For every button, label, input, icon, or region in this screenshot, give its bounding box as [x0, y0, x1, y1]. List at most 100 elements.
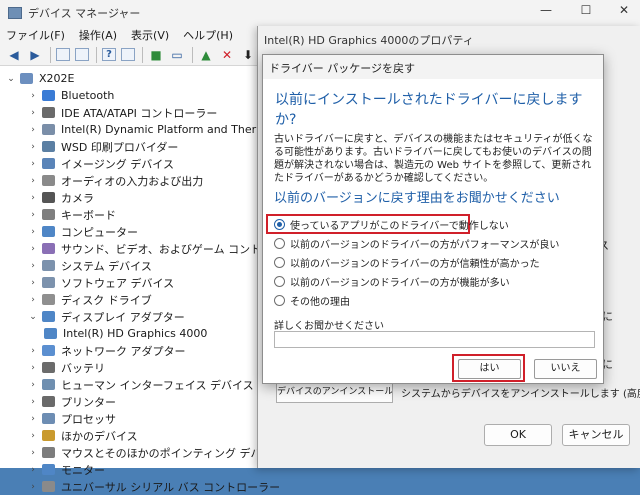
- chevron-right-icon[interactable]: ›: [28, 159, 38, 169]
- chevron-right-icon[interactable]: ›: [28, 380, 38, 390]
- back-icon[interactable]: ◀: [6, 47, 22, 63]
- chevron-right-icon[interactable]: ›: [28, 125, 38, 135]
- uninstall-icon[interactable]: ✕: [219, 47, 235, 63]
- tree-category[interactable]: › コンピューター: [28, 223, 138, 240]
- tree-category[interactable]: › キーボード: [28, 206, 116, 223]
- device-category-icon: [42, 175, 55, 186]
- rollback-title: ドライバー パッケージを戻す: [269, 62, 416, 75]
- tree-category[interactable]: › モニター: [28, 461, 105, 478]
- tree-category[interactable]: › バッテリ: [28, 359, 105, 376]
- no-button[interactable]: いいえ: [534, 359, 597, 379]
- chevron-right-icon[interactable]: ›: [28, 261, 38, 271]
- chevron-right-icon[interactable]: ›: [28, 210, 38, 220]
- chevron-right-icon[interactable]: ›: [28, 91, 38, 101]
- tree-category[interactable]: › プリンター: [28, 393, 116, 410]
- menu-action[interactable]: 操作(A): [79, 27, 117, 43]
- tree-category[interactable]: ⌄ ディスプレイ アダプター: [28, 308, 185, 325]
- uninstall-note: システムからデバイスをアンインストールします (高度)。: [401, 389, 640, 400]
- chevron-right-icon[interactable]: ›: [28, 465, 38, 475]
- chevron-right-icon[interactable]: ›: [28, 193, 38, 203]
- reason-option-other[interactable]: その他の理由: [274, 292, 350, 308]
- tree-category[interactable]: › カメラ: [28, 189, 94, 206]
- reason-option-more-features[interactable]: 以前のバージョンのドライバーの方が機能が多い: [274, 273, 510, 289]
- reason-option-better-performance[interactable]: 以前のバージョンのドライバーの方がパフォーマンスが良い: [274, 235, 559, 251]
- menu-view[interactable]: 表示(V): [131, 27, 169, 43]
- tree-root[interactable]: ⌄ X202E: [6, 70, 74, 87]
- tree-category[interactable]: › イメージング デバイス: [28, 155, 174, 172]
- chevron-right-icon[interactable]: ›: [28, 227, 38, 237]
- minimize-button[interactable]: —: [536, 3, 556, 21]
- chevron-right-icon[interactable]: ›: [28, 142, 38, 152]
- tree-category[interactable]: › プロセッサ: [28, 410, 116, 427]
- update-driver-icon[interactable]: ▲: [198, 47, 214, 63]
- tree-category[interactable]: › ソフトウェア デバイス: [28, 274, 174, 291]
- chevron-right-icon[interactable]: ›: [28, 448, 38, 458]
- tree-category[interactable]: › WSD 印刷プロバイダー: [28, 138, 178, 155]
- radio-button[interactable]: [274, 294, 285, 306]
- device-category-icon: [42, 209, 55, 220]
- chevron-right-icon[interactable]: ›: [28, 108, 38, 118]
- help-icon[interactable]: ?: [102, 48, 116, 61]
- device-category-icon: [42, 158, 55, 169]
- chevron-right-icon[interactable]: ›: [28, 363, 38, 373]
- toolbar-divider: [192, 46, 193, 63]
- tree-child-item[interactable]: Intel(R) HD Graphics 4000: [44, 325, 207, 342]
- toolbar-divider: [96, 46, 97, 63]
- menu-file[interactable]: ファイル(F): [6, 27, 65, 43]
- detail-input[interactable]: [274, 331, 595, 348]
- menu-help[interactable]: ヘルプ(H): [183, 27, 233, 43]
- tree-category[interactable]: › ディスク ドライブ: [28, 291, 152, 308]
- rollback-dialog: ドライバー パッケージを戻す 以前にインストールされたドライバーに戻しますか? …: [262, 54, 604, 384]
- reason-option-app-incompatible[interactable]: 使っているアプリがこのドライバーで動作しない: [274, 216, 509, 232]
- list-icon[interactable]: [75, 48, 89, 61]
- device-category-icon: [42, 362, 55, 373]
- refresh-icon[interactable]: [121, 48, 135, 61]
- device-manager-icon: [8, 7, 22, 19]
- maximize-button[interactable]: ☐: [576, 3, 596, 21]
- device-category-icon: [42, 430, 55, 441]
- radio-button[interactable]: [274, 218, 285, 230]
- tree-category[interactable]: › ネットワーク アダプター: [28, 342, 185, 359]
- cancel-button[interactable]: キャンセル: [562, 424, 630, 446]
- chevron-right-icon[interactable]: ›: [28, 414, 38, 424]
- device-category-icon: [42, 141, 55, 152]
- scan-icon[interactable]: ■: [148, 47, 164, 63]
- tree-category[interactable]: › マウスとそのほかのポインティング デバイス: [28, 444, 283, 461]
- tree-category[interactable]: › ほかのデバイス: [28, 427, 137, 444]
- tree-category[interactable]: › ヒューマン インターフェイス デバイス: [28, 376, 253, 393]
- properties-icon[interactable]: [56, 48, 70, 61]
- radio-button[interactable]: [274, 256, 285, 268]
- chevron-right-icon[interactable]: ›: [28, 346, 38, 356]
- chevron-right-icon[interactable]: ›: [28, 244, 38, 254]
- uninstall-device-button[interactable]: デバイスのアンインストール(U): [276, 381, 393, 403]
- device-category-icon: [42, 124, 55, 135]
- chevron-down-icon[interactable]: ⌄: [28, 312, 38, 322]
- monitor-icon[interactable]: ▭: [169, 47, 185, 63]
- reason-heading: 以前のバージョンに戻す理由をお聞かせください: [274, 191, 560, 206]
- tree-category[interactable]: › Bluetooth: [28, 87, 114, 104]
- chevron-down-icon[interactable]: ⌄: [6, 74, 16, 84]
- reason-option-more-reliable[interactable]: 以前のバージョンのドライバーの方が信頼性が高かった: [274, 254, 540, 270]
- disable-icon[interactable]: ⬇: [240, 47, 256, 63]
- radio-button[interactable]: [274, 237, 285, 249]
- chevron-right-icon[interactable]: ›: [28, 295, 38, 305]
- device-category-icon: [42, 447, 55, 458]
- chevron-right-icon[interactable]: ›: [28, 397, 38, 407]
- yes-button[interactable]: はい: [458, 359, 521, 379]
- chevron-right-icon[interactable]: ›: [28, 431, 38, 441]
- device-category-icon: [42, 277, 55, 288]
- chevron-right-icon[interactable]: ›: [28, 278, 38, 288]
- device-category-icon: [42, 107, 55, 118]
- device-category-icon: [42, 226, 55, 237]
- ok-button[interactable]: OK: [484, 424, 552, 446]
- detail-label: 詳しくお聞かせください: [274, 321, 384, 332]
- tree-category[interactable]: › オーディオの入力および出力: [28, 172, 203, 189]
- tree-category[interactable]: › ユニバーサル シリアル バス コントローラー: [28, 478, 280, 495]
- radio-button[interactable]: [274, 275, 285, 287]
- forward-icon[interactable]: ▶: [27, 47, 43, 63]
- tree-category[interactable]: › IDE ATA/ATAPI コントローラー: [28, 104, 217, 121]
- chevron-right-icon[interactable]: ›: [28, 176, 38, 186]
- close-button[interactable]: ✕: [614, 3, 634, 21]
- tree-category[interactable]: › システム デバイス: [28, 257, 152, 274]
- chevron-right-icon[interactable]: ›: [28, 482, 38, 492]
